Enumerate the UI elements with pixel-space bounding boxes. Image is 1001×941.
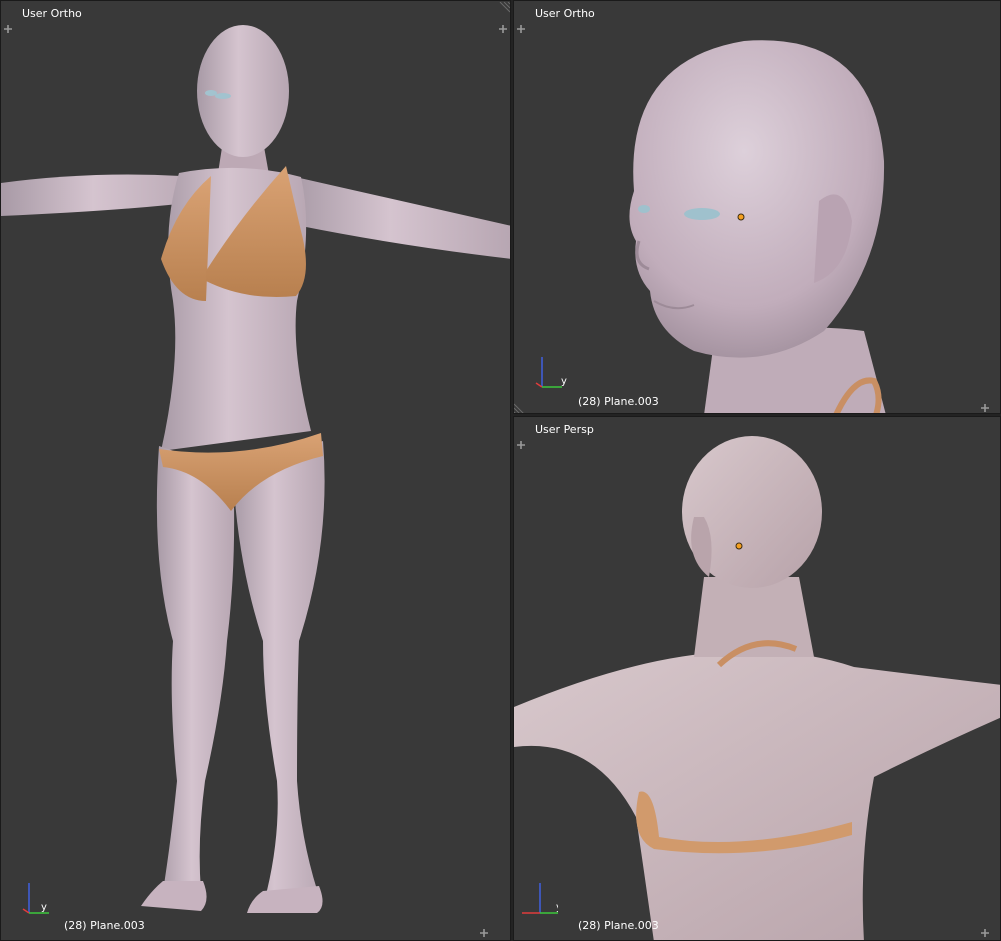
back-view-model[interactable] (514, 417, 1001, 941)
object-label: (28) Plane.003 (578, 395, 659, 408)
plus-icon[interactable] (516, 24, 526, 34)
viewport-left[interactable]: User Ortho y (28) Plane.003 (0, 0, 511, 941)
view-label: User Persp (535, 423, 594, 436)
area-split-handle[interactable] (498, 1, 510, 13)
view-label: User Ortho (22, 7, 82, 20)
viewport-bottom-right[interactable]: User Persp y (28) Plane.003 (513, 416, 1001, 941)
full-body-model[interactable] (1, 1, 511, 941)
plus-icon[interactable] (980, 403, 990, 413)
plus-icon[interactable] (516, 440, 526, 450)
axis-gizmo-icon: y (535, 357, 567, 388)
plus-icon[interactable] (498, 24, 508, 34)
object-origin-icon[interactable] (736, 212, 746, 222)
object-label: (28) Plane.003 (578, 919, 659, 932)
view-label: User Ortho (535, 7, 595, 20)
plus-icon[interactable] (479, 928, 489, 938)
plus-icon[interactable] (980, 928, 990, 938)
object-origin-icon[interactable] (734, 541, 744, 551)
axis-y-label: y (41, 902, 47, 913)
viewport-top-right[interactable]: User Ortho y (28) Plane.003 (513, 0, 1001, 414)
axis-y-label: y (561, 376, 567, 387)
axis-gizmo-icon: y (22, 883, 49, 914)
axis-gizmo-icon: y (522, 883, 558, 914)
axis-y-label: y (556, 902, 558, 913)
head-closeup-model[interactable] (514, 1, 1001, 414)
plus-icon[interactable] (3, 24, 13, 34)
object-label: (28) Plane.003 (64, 919, 145, 932)
area-split-handle[interactable] (514, 401, 526, 413)
